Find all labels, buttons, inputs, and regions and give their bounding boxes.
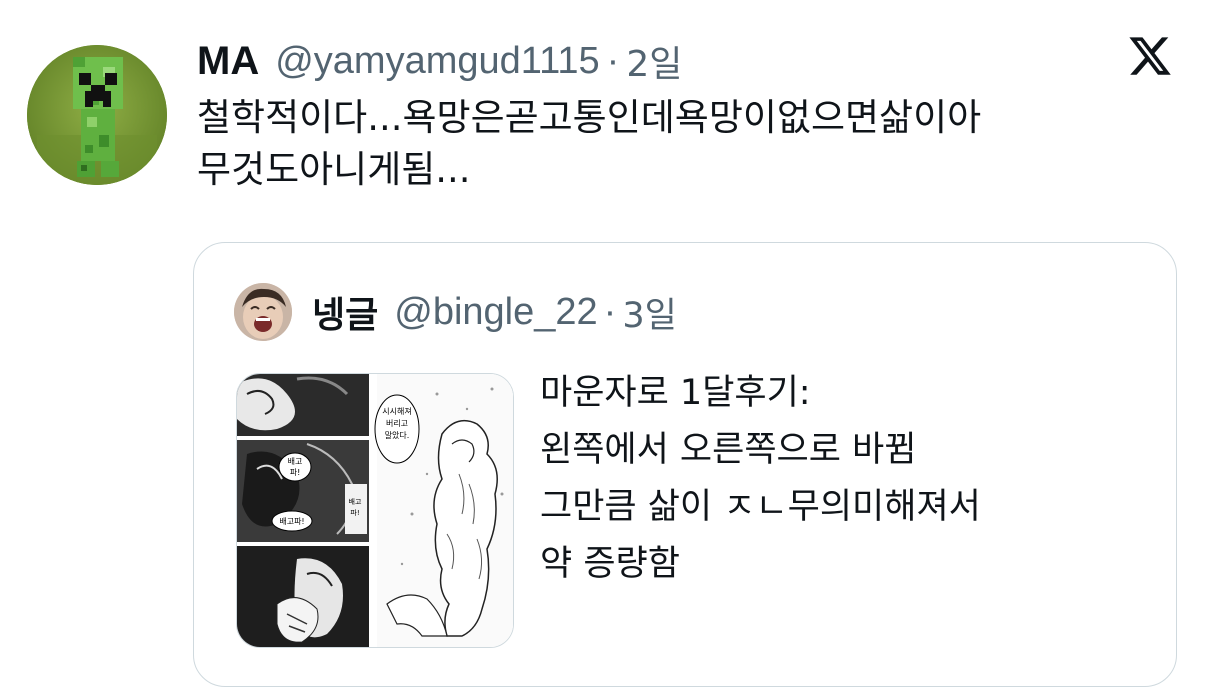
svg-text:버리고: 버리고 — [386, 418, 408, 428]
manga-left-page: 배고 파! 배고파! 배고 파! — [237, 374, 369, 647]
laughing-face-avatar-icon — [234, 283, 292, 341]
author-handle[interactable]: @yamyamgud1115 — [275, 40, 599, 83]
svg-text:배고: 배고 — [288, 457, 303, 466]
tweet-timestamp[interactable]: 2일 — [626, 35, 682, 87]
quote-tweet-card[interactable]: 넹글 @bingle_22 · 3일 배고 파! 배고파! 배고 파! 시시해져… — [193, 242, 1177, 687]
svg-text:말았다.: 말았다. — [385, 430, 410, 440]
manga-right-page: 시시해져 버리고 말았다. — [374, 374, 513, 647]
quote-tweet-text: 마운자로 1달후기: 왼쪽에서 오른쪽으로 바뀜 그만큼 삶이 ㅈㄴ무의미해져서… — [540, 373, 981, 584]
svg-text:시시해져: 시시해져 — [382, 406, 411, 416]
tweet-header: MA @yamyamgud1115 · 2일 — [197, 36, 682, 86]
x-logo — [1126, 33, 1174, 79]
quote-author-handle[interactable]: @bingle_22 — [394, 291, 597, 334]
svg-text:파!: 파! — [290, 468, 301, 477]
quote-media-thumbnail[interactable]: 배고 파! 배고파! 배고 파! 시시해져 버리고 말았다. — [236, 373, 514, 648]
manga-comparison-image: 배고 파! 배고파! 배고 파! 시시해져 버리고 말았다. — [237, 374, 513, 647]
dot-separator: · — [606, 39, 620, 82]
creeper-avatar-icon — [27, 45, 167, 185]
svg-text:배고파!: 배고파! — [279, 517, 304, 526]
quote-author-avatar[interactable] — [234, 283, 292, 341]
quote-header: 넹글 @bingle_22 · 3일 — [312, 287, 677, 337]
quote-dot-separator: · — [603, 290, 617, 333]
author-display-name[interactable]: MA — [197, 39, 259, 84]
author-avatar[interactable] — [27, 45, 167, 185]
quote-author-display-name[interactable]: 넹글 — [312, 286, 378, 338]
quote-timestamp[interactable]: 3일 — [622, 287, 676, 338]
x-logo-icon — [1129, 37, 1171, 75]
tweet-text: 철학적이다...욕망은곧고통인데욕망이없으면삶이아 무것도아니게됨... — [197, 96, 982, 191]
svg-text:파!: 파! — [350, 508, 359, 517]
svg-text:배고: 배고 — [349, 497, 362, 506]
